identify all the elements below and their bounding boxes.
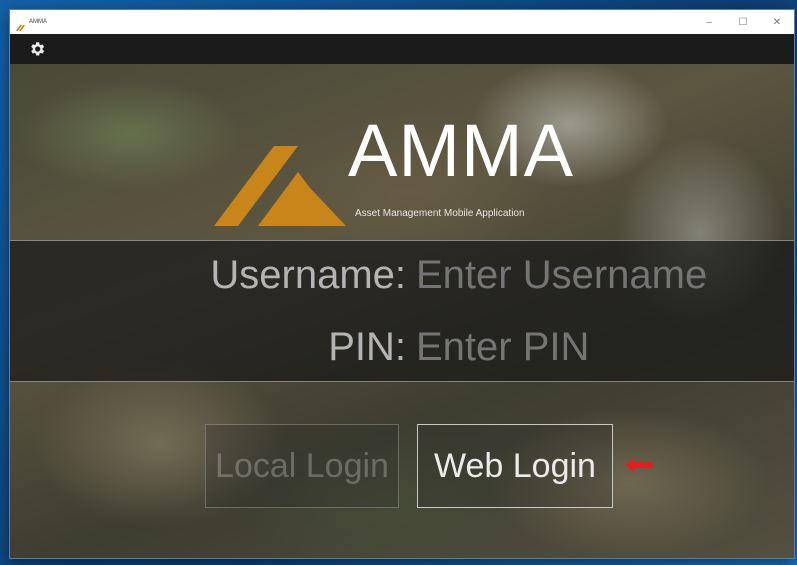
- local-login-button[interactable]: Local Login: [205, 424, 399, 508]
- close-button[interactable]: ✕: [760, 10, 794, 34]
- left-arrow-icon: [625, 458, 653, 472]
- web-login-button[interactable]: Web Login: [417, 424, 613, 508]
- app-logo-icon: [16, 18, 26, 31]
- maximize-button[interactable]: ☐: [726, 10, 760, 34]
- pin-field[interactable]: [416, 325, 776, 370]
- brand-logo: AMMA Asset Management Mobile Application: [210, 114, 610, 234]
- gear-icon[interactable]: [28, 40, 46, 58]
- brand-name: AMMA: [348, 109, 574, 192]
- login-form: Username: PIN:: [10, 240, 794, 382]
- login-screen: AMMA Asset Management Mobile Application…: [10, 64, 794, 558]
- minimize-button[interactable]: –: [692, 10, 726, 34]
- username-field[interactable]: [416, 253, 776, 298]
- pin-label: PIN:: [328, 325, 406, 369]
- app-toolbar: [10, 34, 794, 64]
- window-title: AMMA: [29, 19, 47, 25]
- username-label: Username:: [210, 253, 406, 297]
- amma-logo-icon: [214, 146, 346, 226]
- brand-tagline: Asset Management Mobile Application: [355, 208, 525, 219]
- window-controls: – ☐ ✕: [692, 10, 794, 34]
- app-window: AMMA – ☐ ✕ AMMA Asset Management Mobile …: [10, 10, 794, 558]
- title-bar[interactable]: AMMA – ☐ ✕: [10, 10, 794, 34]
